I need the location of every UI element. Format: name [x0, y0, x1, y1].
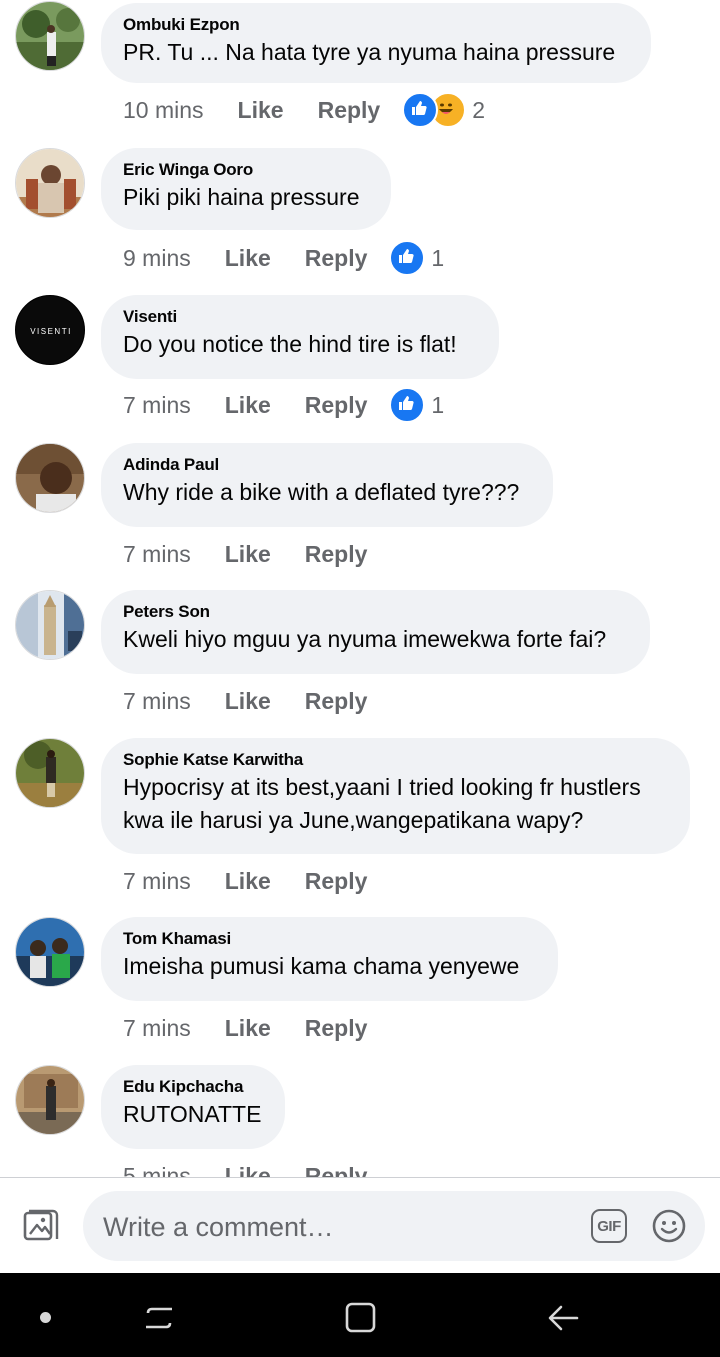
reaction-count: 1 — [431, 391, 445, 418]
avatar-logo-text: VISENTI — [30, 327, 72, 336]
reaction-count: 2 — [472, 96, 486, 123]
comment-text: Piki piki haina pressure — [123, 184, 360, 210]
reply-button[interactable]: Reply — [305, 1163, 368, 1178]
avatar[interactable] — [15, 590, 85, 660]
reply-button[interactable]: Reply — [305, 1015, 368, 1042]
like-button[interactable]: Like — [225, 1015, 271, 1042]
comment-time[interactable]: 7 mins — [123, 392, 191, 419]
comment-time[interactable]: 9 mins — [123, 245, 191, 272]
comment-text-line-1: Hypocrisy at its best,yaani I tried look… — [123, 774, 641, 800]
avatar[interactable]: VISENTI — [15, 295, 85, 365]
reply-button[interactable]: Reply — [305, 868, 368, 895]
like-button[interactable]: Like — [225, 541, 271, 568]
like-button[interactable]: Like — [225, 688, 271, 715]
comment-time[interactable]: 7 mins — [123, 541, 191, 568]
comment-input-pill: GIF — [83, 1191, 705, 1263]
comment-actions: 7 mins Like Reply — [123, 1011, 367, 1045]
comment-text: Do you notice the hind tire is flat! — [123, 331, 457, 357]
emoji-icon[interactable] — [651, 1208, 687, 1244]
reactions-summary[interactable]: 1 — [389, 240, 444, 276]
comment-author[interactable]: Adinda Paul — [123, 455, 529, 475]
avatar[interactable] — [15, 917, 85, 987]
comment-actions: 9 mins Like Reply 1 — [123, 240, 444, 276]
reaction-count: 1 — [431, 244, 445, 271]
comment-author[interactable]: Tom Khamasi — [123, 929, 534, 949]
avatar[interactable] — [15, 148, 85, 218]
avatar[interactable] — [15, 1065, 85, 1135]
comment-actions: 5 mins Like Reply — [123, 1159, 368, 1178]
comment-list: Ombuki Ezpon PR. Tu ... Na hata tyre ya … — [0, 0, 720, 1177]
comment-bubble: Eric Winga Ooro Piki piki haina pressure — [101, 148, 391, 230]
dot-icon[interactable] — [40, 1312, 51, 1323]
reply-button[interactable]: Reply — [305, 392, 368, 419]
comment-text: Imeisha pumusi kama chama yenyewe — [123, 953, 520, 979]
avatar[interactable] — [15, 738, 85, 808]
reactions-summary[interactable]: 1 — [389, 387, 444, 423]
comment-bubble: Adinda Paul Why ride a bike with a defla… — [101, 443, 553, 527]
comment-author[interactable]: Peters Son — [123, 602, 626, 622]
comment-author[interactable]: Visenti — [123, 307, 475, 327]
comment-text: Why ride a bike with a deflated tyre??? — [123, 479, 520, 505]
back-icon[interactable] — [545, 1301, 581, 1335]
like-button[interactable]: Like — [225, 392, 271, 419]
comment-time[interactable]: 5 mins — [123, 1163, 191, 1178]
like-button[interactable]: Like — [238, 97, 284, 124]
comment-actions: 10 mins Like Reply 2 — [123, 92, 485, 128]
reactions-summary[interactable]: 2 — [402, 92, 485, 128]
comment-bubble: Ombuki Ezpon PR. Tu ... Na hata tyre ya … — [101, 3, 651, 83]
reply-button[interactable]: Reply — [305, 541, 368, 568]
system-navigation-bar — [0, 1273, 720, 1357]
comment-author[interactable]: Sophie Katse Karwitha — [123, 750, 666, 770]
comment-bubble: Tom Khamasi Imeisha pumusi kama chama ye… — [101, 917, 558, 1001]
avatar[interactable] — [15, 443, 85, 513]
comment-bubble: Sophie Katse Karwitha Hypocrisy at its b… — [101, 738, 690, 854]
comment-composer: GIF — [0, 1177, 720, 1274]
like-reaction-icon — [402, 92, 439, 128]
like-button[interactable]: Like — [225, 245, 271, 272]
home-icon[interactable] — [344, 1300, 378, 1334]
like-reaction-icon — [389, 240, 426, 276]
comment-author[interactable]: Ombuki Ezpon — [123, 15, 627, 35]
comment-text: PR. Tu ... Na hata tyre ya nyuma haina p… — [123, 39, 616, 65]
comment-input[interactable] — [101, 1191, 575, 1263]
like-button[interactable]: Like — [225, 1163, 271, 1178]
photo-icon[interactable] — [21, 1207, 59, 1245]
comment-bubble: Edu Kipchacha RUTONATTE — [101, 1065, 285, 1149]
comment-time[interactable]: 7 mins — [123, 868, 191, 895]
comment-text-line-2: kwa ile harusi ya June,wangepatikana wap… — [123, 807, 584, 833]
avatar[interactable] — [15, 1, 85, 71]
comment-bubble: Visenti Do you notice the hind tire is f… — [101, 295, 499, 379]
reply-button[interactable]: Reply — [305, 245, 368, 272]
comment-time[interactable]: 7 mins — [123, 688, 191, 715]
recent-apps-icon[interactable] — [142, 1301, 176, 1335]
comment-actions: 7 mins Like Reply — [123, 537, 367, 571]
comment-actions: 7 mins Like Reply 1 — [123, 387, 444, 423]
comment-text: RUTONATTE — [123, 1101, 262, 1127]
comment-author[interactable]: Eric Winga Ooro — [123, 160, 367, 180]
comment-time[interactable]: 10 mins — [123, 97, 204, 124]
like-button[interactable]: Like — [225, 868, 271, 895]
comment-actions: 7 mins Like Reply — [123, 684, 367, 718]
gif-button[interactable]: GIF — [591, 1209, 627, 1243]
comment-text: Kweli hiyo mguu ya nyuma imewekwa forte … — [123, 626, 607, 652]
like-reaction-icon — [389, 387, 426, 423]
reply-button[interactable]: Reply — [318, 97, 381, 124]
gif-label: GIF — [597, 1217, 621, 1235]
comment-time[interactable]: 7 mins — [123, 1015, 191, 1042]
comment-bubble: Peters Son Kweli hiyo mguu ya nyuma imew… — [101, 590, 650, 674]
reply-button[interactable]: Reply — [305, 688, 368, 715]
comment-actions: 7 mins Like Reply — [123, 864, 367, 898]
comment-author[interactable]: Edu Kipchacha — [123, 1077, 261, 1097]
